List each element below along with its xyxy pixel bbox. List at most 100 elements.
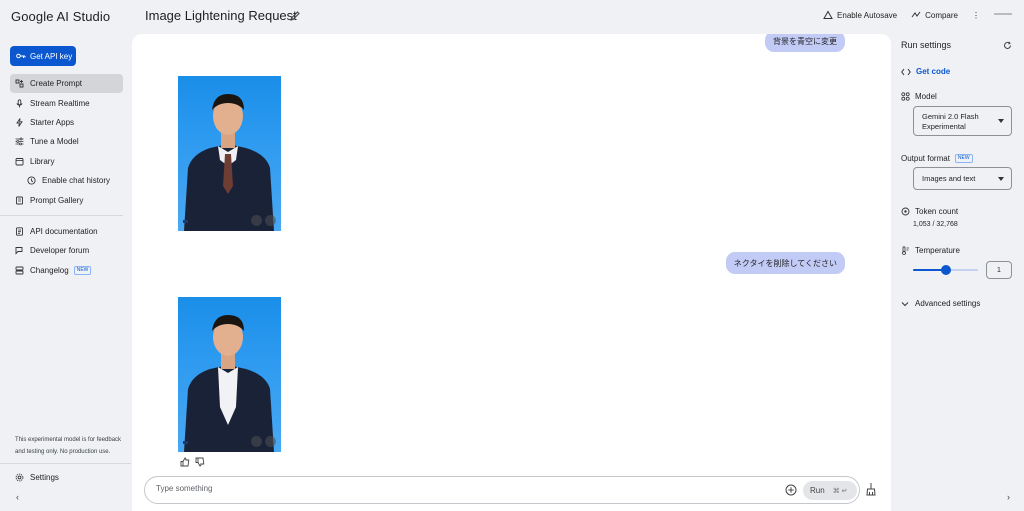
token-icon [901,207,910,216]
feedback-buttons [180,457,210,467]
output-format-label-text: Output format [901,154,950,163]
sidebar-item-label: Developer forum [30,246,90,256]
key-icon [16,53,26,59]
clear-chat-broom-icon[interactable] [865,482,877,496]
token-count-label: Token count [901,207,958,216]
sidebar-item-label: Create Prompt [30,79,83,89]
history-icon [27,176,36,185]
output-format-select[interactable]: Images and text [913,167,1012,190]
docs-icon [16,227,23,236]
get-code-link[interactable]: Get code [901,67,950,76]
avatar-icon [994,13,1012,15]
advanced-settings-toggle[interactable]: Advanced settings [901,299,980,308]
expand-icon[interactable] [265,436,276,447]
chevron-down-icon [998,176,1004,181]
person-with-tie-icon [184,94,274,231]
sidebar-item-label: Tune a Model [30,137,79,147]
model-label-text: Model [915,92,937,101]
temperature-label: Temperature [901,246,960,255]
code-icon [901,68,911,75]
prompt-title[interactable]: Image Lightening Request [145,8,297,23]
collapse-sidebar-button[interactable]: ‹ [16,492,19,502]
add-media-icon[interactable] [785,484,797,496]
sidebar-item-enable-chat-history[interactable]: Enable chat history [10,171,123,190]
prompt-input[interactable] [156,484,756,493]
compare-label: Compare [925,10,958,20]
sidebar-item-label: Enable chat history [42,176,111,186]
generated-image[interactable] [178,297,281,452]
library-icon [15,157,24,166]
run-settings-panel: Run settings Get code Model Gemini 2.0 F… [893,34,1024,511]
run-label: Run [810,486,825,495]
api-key-label: Get API key [30,51,73,61]
model-icon [901,92,910,101]
settings-label: Settings [30,473,59,482]
reset-icon[interactable] [1003,41,1012,50]
collapse-settings-button[interactable]: › [1007,492,1010,502]
sidebar-item-label: Prompt Gallery [30,195,84,205]
autosave-label: Enable Autosave [837,10,898,20]
get-code-label: Get code [916,67,951,76]
slider-handle[interactable] [940,265,951,275]
run-button[interactable]: Run ⌘ ↵ [803,481,857,500]
temperature-input[interactable]: 1 [986,261,1012,279]
download-icon[interactable] [251,436,262,447]
new-badge: NEW [73,265,92,275]
get-api-key-button[interactable]: Get API key [10,46,76,66]
enable-autosave-button[interactable]: Enable Autosave [823,10,897,20]
experimental-disclaimer: This experimental model is for feedback … [15,437,122,455]
generated-image[interactable] [178,76,281,231]
output-format-label: Output format NEW [901,154,973,163]
user-message: ネクタイを削除してください [725,252,845,274]
app-title[interactable]: Google AI Studio [11,9,110,24]
sidebar-item-label: API documentation [30,226,98,236]
image-mark [183,220,188,223]
sidebar-item-create-prompt[interactable]: Create Prompt [10,74,123,94]
model-select[interactable]: Gemini 2.0 Flash Experimental [913,106,1012,136]
model-label: Model [901,92,937,101]
sidebar-item-label: Changelog [30,265,69,275]
expand-icon[interactable] [265,215,276,226]
sidebar: Get API key Create Prompt Stream Realtim… [0,34,131,511]
new-badge: NEW [954,154,973,163]
sidebar-item-settings[interactable]: Settings [15,473,59,482]
sidebar-item-label: Stream Realtime [30,98,90,108]
advanced-settings-label: Advanced settings [915,299,981,308]
sidebar-item-api-documentation[interactable]: API documentation [10,222,123,241]
sidebar-item-developer-forum[interactable]: Developer forum [10,241,123,260]
compare-button[interactable]: Compare [911,10,958,20]
token-count-value: 1,053 / 32,768 [913,221,958,228]
avatar[interactable] [992,10,1014,20]
gear-icon [15,473,24,482]
bolt-icon [16,118,23,127]
changelog-icon [15,266,24,275]
save-icon [823,10,833,19]
compare-icon [911,11,921,18]
sidebar-nav: Create Prompt Stream Realtime Starter Ap… [0,74,123,280]
person-without-tie-icon [184,315,274,452]
thumbs-down-icon[interactable] [195,457,205,467]
gallery-icon [16,196,23,204]
download-icon[interactable] [251,215,262,226]
pencil-icon[interactable] [289,10,301,22]
tune-icon [15,137,24,146]
thumbs-up-icon[interactable] [180,457,190,467]
sidebar-item-prompt-gallery[interactable]: Prompt Gallery [10,190,123,209]
temperature-slider[interactable] [913,265,978,275]
microphone-icon [16,98,23,108]
sidebar-item-stream-realtime[interactable]: Stream Realtime [10,93,123,112]
run-shortcut: ⌘ ↵ [832,487,848,495]
sidebar-item-starter-apps[interactable]: Starter Apps [10,113,123,132]
sidebar-item-tune-a-model[interactable]: Tune a Model [10,132,123,151]
more-options-button[interactable]: ⋮ [972,11,980,20]
temperature-label-text: Temperature [915,246,960,255]
create-prompt-icon [15,79,24,88]
output-format-value: Images and text [922,174,976,183]
image-mark [183,441,188,444]
sidebar-item-changelog[interactable]: Changelog NEW [10,261,123,280]
user-message: 背景を青空に変更 [765,34,845,52]
token-count-label-text: Token count [915,207,959,216]
chevron-down-icon [998,119,1004,123]
sidebar-item-library[interactable]: Library [10,152,123,171]
forum-icon [15,247,23,255]
